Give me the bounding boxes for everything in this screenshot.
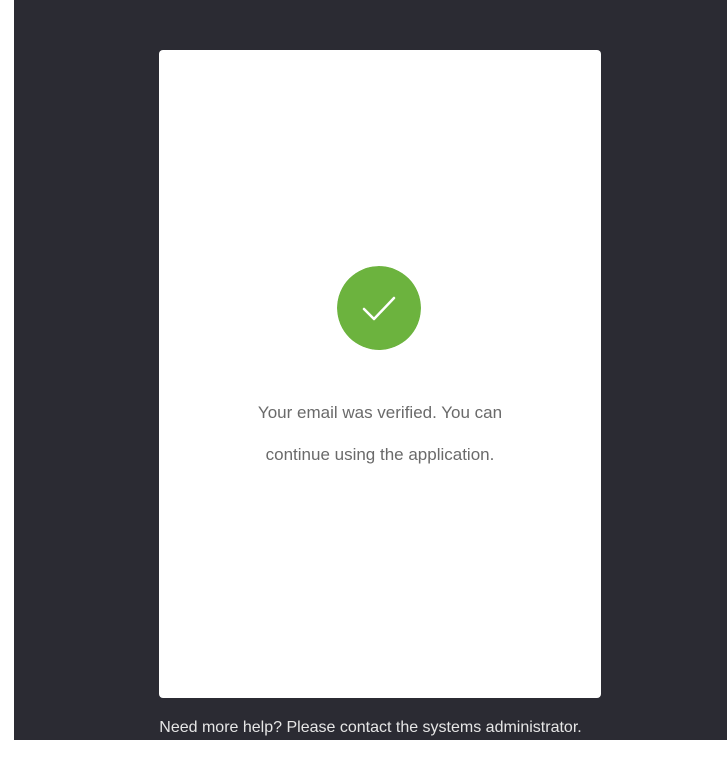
page-background: Your email was verified. You can continu… bbox=[14, 0, 727, 740]
message-line-2: continue using the application. bbox=[265, 445, 495, 464]
success-circle bbox=[337, 266, 421, 350]
verification-card: Your email was verified. You can continu… bbox=[159, 50, 601, 698]
help-text: Need more help? Please contact the syste… bbox=[159, 719, 582, 736]
check-circle-icon bbox=[337, 266, 421, 350]
verification-message: Your email was verified. You can continu… bbox=[159, 392, 601, 476]
message-line-1: Your email was verified. You can bbox=[257, 403, 503, 422]
